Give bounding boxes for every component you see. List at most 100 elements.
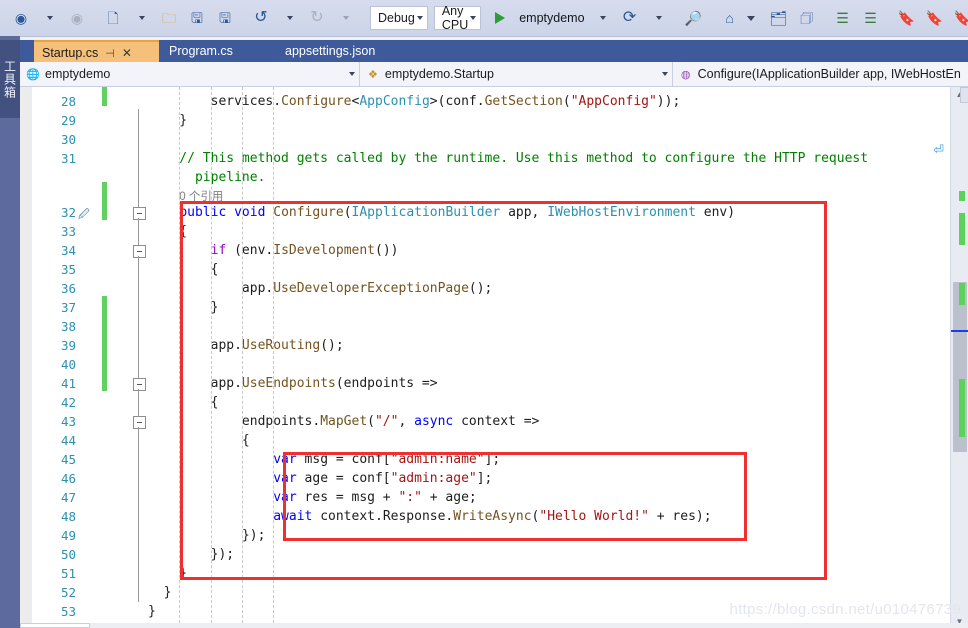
error-list-icon: ☰ xyxy=(836,10,849,26)
navbar-project-dropdown[interactable]: 🌐 emptydemo xyxy=(20,62,360,86)
toolbox-button[interactable]: 🗇 xyxy=(794,5,820,31)
code-line[interactable]: // This method gets called by the runtim… xyxy=(148,149,868,168)
start-target-dropdown[interactable] xyxy=(589,5,615,31)
code-editor[interactable]: 28 29 30 31 32 33 34 35 36 37 38 39 40 41 42 43 44 45 46 47… xyxy=(20,87,968,628)
code-line[interactable]: { xyxy=(148,260,219,279)
code-token: ( xyxy=(562,94,571,109)
tab-startup-cs[interactable]: Startup.cs ⊣ ✕ xyxy=(34,40,175,64)
find-in-files-button[interactable]: 🔎 xyxy=(681,5,707,31)
editor-selection-margin[interactable] xyxy=(20,87,32,628)
navbar-member-dropdown[interactable]: ◍ Configure(IApplicationBuilder app, IWe… xyxy=(672,62,968,86)
code-token: { xyxy=(148,262,219,277)
code-token: UseDeveloperExceptionPage xyxy=(273,281,469,296)
error-list-button[interactable]: ☰ xyxy=(830,5,856,31)
code-token: var xyxy=(273,471,297,486)
collapse-mapget-button[interactable] xyxy=(133,416,146,429)
pin-icon[interactable]: ⊣ xyxy=(105,47,115,60)
solution-explorer-overflow[interactable] xyxy=(745,5,757,31)
code-token: (endpoints => xyxy=(335,376,438,391)
navbar-type-dropdown[interactable]: ❖ emptydemo.Startup xyxy=(359,62,673,86)
sidebar-item-toolbox[interactable]: 工具箱 xyxy=(0,40,20,118)
task-list-button[interactable]: ☰ xyxy=(858,5,884,31)
code-line[interactable]: public void Configure(IApplicationBuilde… xyxy=(148,203,735,222)
code-token: void xyxy=(234,205,266,220)
navigate-forward-button[interactable]: ◉ xyxy=(64,5,90,31)
navigate-back-button[interactable]: ◉ xyxy=(8,5,34,31)
undo-dropdown[interactable] xyxy=(276,5,302,31)
collapse-endpoints-button[interactable] xyxy=(133,378,146,391)
indent-guide xyxy=(179,87,181,628)
redo-button[interactable]: ↻ xyxy=(304,5,330,31)
outlining-margin[interactable] xyxy=(130,87,148,628)
hot-reload-dropdown[interactable] xyxy=(645,5,671,31)
code-line[interactable]: var res = msg + ":" + age; xyxy=(148,488,477,507)
code-line[interactable]: } xyxy=(148,111,187,130)
codelens-reference-count[interactable]: 0 个引用 xyxy=(179,188,223,207)
code-line[interactable]: endpoints.MapGet("/", async context => xyxy=(148,412,539,431)
code-line[interactable]: { xyxy=(148,431,250,450)
code-line[interactable]: var age = conf["admin:age"]; xyxy=(148,469,492,488)
previous-bookmark-button[interactable]: 🔖 xyxy=(922,5,948,31)
chevron-down-icon xyxy=(470,16,477,20)
code-line[interactable]: await context.Response.WriteAsync("Hello… xyxy=(148,507,711,526)
start-debug-button[interactable] xyxy=(485,5,515,31)
open-file-button[interactable]: 🗀 xyxy=(156,5,182,31)
code-token: } xyxy=(148,113,188,128)
code-line[interactable]: } xyxy=(148,298,219,317)
save-all-button[interactable]: 🖫 xyxy=(212,5,238,31)
indent-guide xyxy=(210,87,212,628)
save-button[interactable]: 🖫 xyxy=(184,5,210,31)
close-icon[interactable]: ✕ xyxy=(122,46,132,60)
code-line[interactable]: } xyxy=(148,564,187,583)
code-token: "admin:name" xyxy=(390,452,485,467)
editor-horizontal-scrollbar[interactable] xyxy=(90,623,968,628)
start-target-label[interactable]: emptydemo xyxy=(516,11,587,25)
line-number: 45 xyxy=(60,452,76,467)
code-line[interactable]: { xyxy=(148,222,187,241)
solution-explorer-button[interactable]: ⌂ xyxy=(717,5,743,31)
new-item-icon: 🗋 xyxy=(107,10,119,26)
code-token: MapGet xyxy=(320,414,368,429)
code-line[interactable]: } xyxy=(148,583,172,602)
new-item-dropdown[interactable] xyxy=(128,5,154,31)
tab-program-cs[interactable]: Program.cs xyxy=(159,40,293,62)
redo-dropdown[interactable] xyxy=(332,5,358,31)
tab-appsettings-json[interactable]: appsettings.json xyxy=(275,40,444,62)
chevron-down-icon xyxy=(661,72,668,76)
solution-platform-dropdown[interactable]: Any CPU xyxy=(433,4,482,32)
code-line[interactable]: } xyxy=(148,602,156,621)
code-line[interactable]: services.Configure<AppConfig>(conf.GetSe… xyxy=(148,92,681,111)
solution-configuration-dropdown[interactable]: Debug xyxy=(370,6,428,30)
code-line[interactable]: { xyxy=(148,393,219,412)
change-tracking-margin xyxy=(102,87,107,628)
undo-button[interactable]: ↺ xyxy=(248,5,274,31)
vertical-scrollbar[interactable]: ▲ ▼ xyxy=(950,87,968,628)
hot-reload-button[interactable]: ⟳ xyxy=(617,5,643,31)
navigate-back-dropdown[interactable] xyxy=(36,5,62,31)
collapse-method-button[interactable] xyxy=(133,207,146,220)
collapse-if-button[interactable] xyxy=(133,245,146,258)
line-number: 32 xyxy=(60,205,76,220)
code-line[interactable]: app.UseEndpoints(endpoints => xyxy=(148,374,438,393)
code-line[interactable]: var msg = conf["admin:name"]; xyxy=(148,450,500,469)
editor-splitter-handle[interactable] xyxy=(960,87,968,103)
code-line[interactable]: app.UseRouting(); xyxy=(148,336,344,355)
code-token: )); xyxy=(656,94,681,109)
code-line[interactable]: }); xyxy=(148,545,234,564)
code-token: , xyxy=(398,414,415,429)
toggle-bookmark-button[interactable]: 🔖 xyxy=(894,5,920,31)
code-line[interactable]: pipeline. xyxy=(148,168,265,187)
properties-window-button[interactable]: 🗂 xyxy=(766,5,792,31)
code-token: { xyxy=(148,224,188,239)
code-text-area[interactable]: services.Configure<AppConfig>(conf.GetSe… xyxy=(148,87,968,628)
next-bookmark-button[interactable]: 🔖 xyxy=(950,5,968,31)
bookmark-glyph-icon[interactable]: 🖉 xyxy=(78,206,90,225)
code-token: res = msg + xyxy=(296,490,399,505)
bookmark-previous-icon: 🔖 xyxy=(925,10,944,26)
code-line[interactable]: }); xyxy=(148,526,266,545)
new-item-button[interactable]: 🗋 xyxy=(100,5,126,31)
line-number: 41 xyxy=(60,376,76,391)
code-line[interactable]: app.UseDeveloperExceptionPage(); xyxy=(148,279,492,298)
